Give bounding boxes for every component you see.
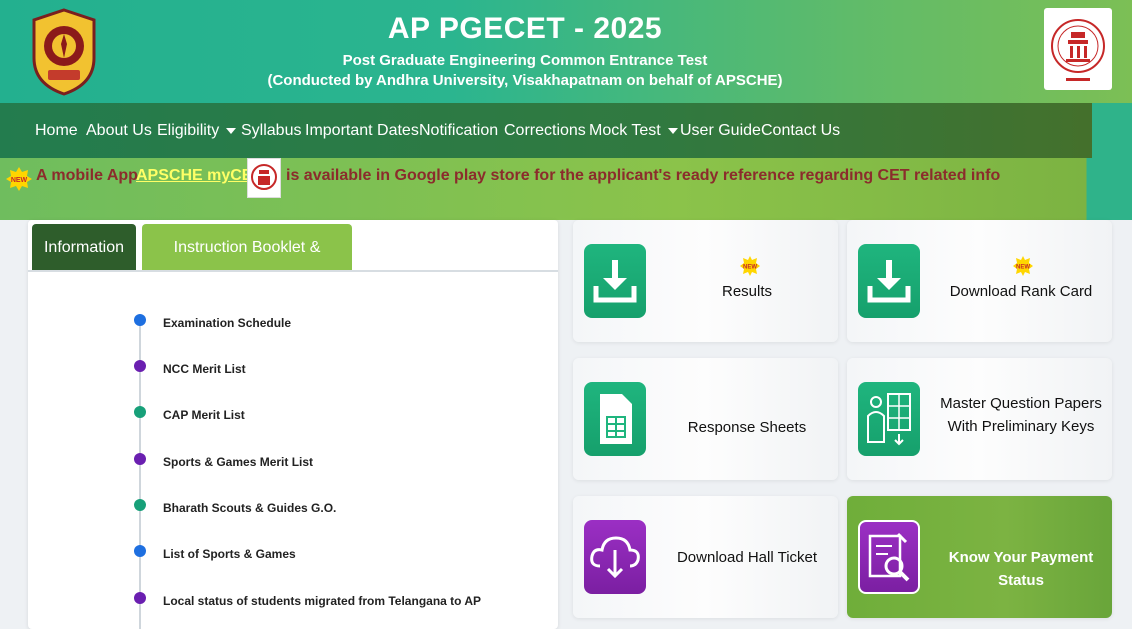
nav-important-dates[interactable]: Important Dates: [305, 122, 419, 140]
link-list-of-sports-games[interactable]: List of Sports & Games: [163, 547, 296, 561]
svg-text:NEW: NEW: [11, 177, 28, 184]
payment-search-icon: [858, 520, 920, 594]
apsche-mycet-link[interactable]: APSCHE myCET: [136, 167, 262, 185]
chevron-down-icon: [667, 127, 678, 134]
link-cap-merit-list[interactable]: CAP Merit List: [163, 408, 245, 422]
nav-contact-us[interactable]: Contact Us: [761, 122, 840, 140]
timeline-dot: [134, 314, 146, 326]
link-examination-schedule[interactable]: Examination Schedule: [163, 316, 291, 330]
timeline-dot: [134, 592, 146, 604]
tab-information[interactable]: Information: [32, 224, 136, 272]
response-sheets-label: Response Sheets: [687, 419, 807, 436]
link-ncc-merit-list[interactable]: NCC Merit List: [163, 362, 246, 376]
mycet-app-icon[interactable]: [247, 158, 281, 198]
response-sheets-card[interactable]: Response Sheets: [573, 358, 838, 480]
download-icon: [584, 244, 646, 318]
timeline-dot: [134, 360, 146, 372]
master-question-papers-card[interactable]: Master Question Papers With Preliminary …: [847, 358, 1112, 480]
nav-mock-test[interactable]: Mock Test: [589, 122, 678, 140]
new-badge-icon: NEW: [6, 167, 32, 191]
apsche-logo: [1044, 8, 1112, 90]
nav-notification[interactable]: Notification: [419, 122, 498, 140]
new-badge-icon: NEW: [740, 256, 760, 276]
download-icon: [858, 244, 920, 318]
svg-text:NEW: NEW: [743, 265, 757, 271]
nav-about-us[interactable]: About Us: [86, 122, 152, 140]
link-bharath-scouts-guides[interactable]: Bharath Scouts & Guides G.O.: [163, 501, 336, 515]
cloud-download-icon: [584, 520, 646, 594]
timeline-dot: [134, 499, 146, 511]
andhra-university-logo: [28, 8, 100, 96]
announcement-prefix: A mobile App: [36, 167, 138, 184]
announcement-text: is available in Google play store for th…: [286, 167, 1001, 184]
download-rank-card-label: Download Rank Card: [949, 283, 1093, 300]
nav-user-guide[interactable]: User Guide: [680, 122, 761, 140]
download-hall-ticket-label: Download Hall Ticket: [676, 549, 818, 566]
page-title: AP PGECET - 2025: [387, 12, 663, 45]
payment-status-card[interactable]: Know Your Payment Status: [847, 496, 1112, 618]
timeline-dot: [134, 545, 146, 557]
site-header: AP PGECET - 2025 Post Graduate Engineeri…: [0, 0, 1132, 103]
document-sheet-icon: [584, 382, 646, 456]
nav-corrections[interactable]: Corrections: [504, 122, 586, 140]
link-sports-games-merit-list[interactable]: Sports & Games Merit List: [163, 455, 313, 469]
main-navbar: Home About Us Eligibility Syllabus Impor…: [0, 103, 1132, 158]
timeline-dot: [134, 406, 146, 418]
announcement-bar: NEW A mobile App APSCHE myCET is availab…: [0, 158, 1132, 220]
page-subtitle: Post Graduate Engineering Common Entranc…: [342, 52, 708, 69]
link-local-status-students[interactable]: Local status of students migrated from T…: [163, 594, 481, 608]
download-rank-card[interactable]: NEW Download Rank Card: [847, 220, 1112, 342]
nav-eligibility[interactable]: Eligibility: [157, 122, 237, 140]
download-hall-ticket-card[interactable]: Download Hall Ticket: [573, 496, 838, 618]
payment-status-label: Know Your Payment Status: [948, 549, 1094, 589]
results-label: Results: [721, 283, 773, 300]
nav-home[interactable]: Home: [35, 122, 78, 140]
timeline-dot: [134, 453, 146, 465]
question-paper-icon: [858, 382, 920, 456]
results-card[interactable]: NEW Results: [573, 220, 838, 342]
svg-text:NEW: NEW: [1016, 265, 1030, 271]
information-panel: Information Instruction Booklet & Syllab…: [28, 220, 558, 629]
nav-syllabus[interactable]: Syllabus: [241, 122, 301, 140]
chevron-down-icon: [226, 127, 237, 134]
new-badge-icon: NEW: [1013, 256, 1033, 276]
conducted-by-text: (Conducted by Andhra University, Visakha…: [267, 72, 783, 89]
tab-instruction-booklet[interactable]: Instruction Booklet & Syllabus: [142, 224, 352, 304]
master-question-papers-label: Master Question Papers With Preliminary …: [940, 395, 1102, 435]
